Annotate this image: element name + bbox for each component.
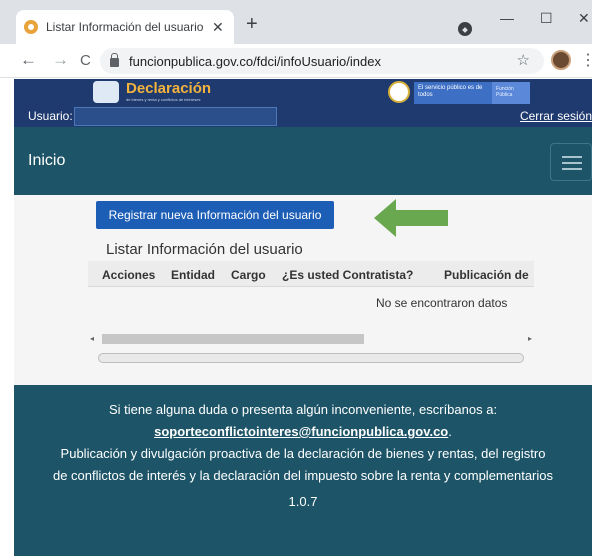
gov-badge: El servicio público es de todos [414,82,492,104]
site-footer: Si tiene alguna duda o presenta algún in… [14,385,592,556]
browser-menu-icon[interactable]: ⋮ [580,50,592,70]
declaracion-logo-icon [93,81,119,103]
favicon-icon [24,20,38,34]
app-version: 1.0.7 [288,494,318,509]
funcion-publica-badge: Función Pública [492,82,530,104]
scrollbar-thumb[interactable] [102,334,364,344]
tab-search-icon[interactable] [458,22,472,36]
register-user-info-button[interactable]: Registrar nueva Información del usuario [96,201,334,229]
hamburger-line [562,162,582,164]
hamburger-line [562,156,582,158]
scroll-right-icon[interactable]: ▸ [528,334,532,343]
column-header-cargo[interactable]: Cargo [231,268,266,282]
reload-button[interactable]: C [80,52,91,69]
column-header-acciones[interactable]: Acciones [102,268,155,282]
footer-help-text: Si tiene alguna duda o presenta algún in… [108,402,498,417]
page-title: Listar Información del usuario [106,241,303,258]
logo-subtitle: de bienes y renta y conflictos de intere… [126,97,201,102]
profile-avatar[interactable] [551,50,571,70]
main-content: Registrar nueva Información del usuario … [14,195,592,385]
bookmark-star-icon[interactable]: ☆ [517,51,530,69]
site-header: Declaración de bienes y renta y conflict… [14,79,592,127]
scroll-left-icon[interactable]: ◂ [90,334,94,343]
support-email-link[interactable]: soporteconflictointeres@funcionpublica.g… [154,424,448,439]
lock-icon[interactable] [110,53,119,67]
empty-table-message: No se encontraron datos [376,296,508,310]
footer-email-suffix: . [448,424,452,439]
browser-tab[interactable]: Listar Información del usuario - S ✕ [16,10,234,44]
green-arrow-icon [374,199,448,237]
table-header-row: Acciones Entidad Cargo ¿Es usted Contrat… [88,261,534,287]
new-tab-button[interactable]: + [246,14,258,34]
colombia-shield-icon [388,81,410,103]
nav-brand-inicio[interactable]: Inicio [28,152,65,170]
url-text[interactable]: funcionpublica.gov.co/fdci/infoUsuario/i… [129,54,381,69]
browser-tab-bar: Listar Información del usuario - S ✕ + —… [0,0,592,44]
footer-description: Publicación y divulgación proactiva de l… [52,446,554,483]
horizontal-scrollbar[interactable]: ◂ ▸ [88,332,534,346]
top-navbar: Inicio [14,127,592,195]
tab-title: Listar Información del usuario - S [46,20,206,34]
column-header-publicacion[interactable]: Publicación de [444,268,529,282]
hamburger-line [562,168,582,170]
logo-title: Declaración [126,80,212,97]
window-close-button[interactable]: ✕ [578,10,590,27]
user-label: Usuario: [28,109,73,123]
progress-bar [98,353,524,363]
user-name-field [74,107,277,126]
logout-link[interactable]: Cerrar sesión [520,109,592,123]
maximize-button[interactable]: ☐ [540,10,553,27]
url-bar[interactable]: funcionpublica.gov.co/fdci/infoUsuario/i… [100,48,544,74]
footer-email-line: soporteconflictointeres@funcionpublica.g… [14,421,592,443]
address-bar-row: ← → C funcionpublica.gov.co/fdci/infoUsu… [0,44,592,78]
column-header-entidad[interactable]: Entidad [171,268,215,282]
column-header-contratista[interactable]: ¿Es usted Contratista? [282,268,413,282]
hamburger-menu-icon[interactable] [550,143,592,181]
minimize-button[interactable]: — [500,10,514,26]
back-button[interactable]: ← [20,50,37,70]
tab-close-icon[interactable]: ✕ [212,19,224,36]
forward-button[interactable]: → [52,50,69,70]
